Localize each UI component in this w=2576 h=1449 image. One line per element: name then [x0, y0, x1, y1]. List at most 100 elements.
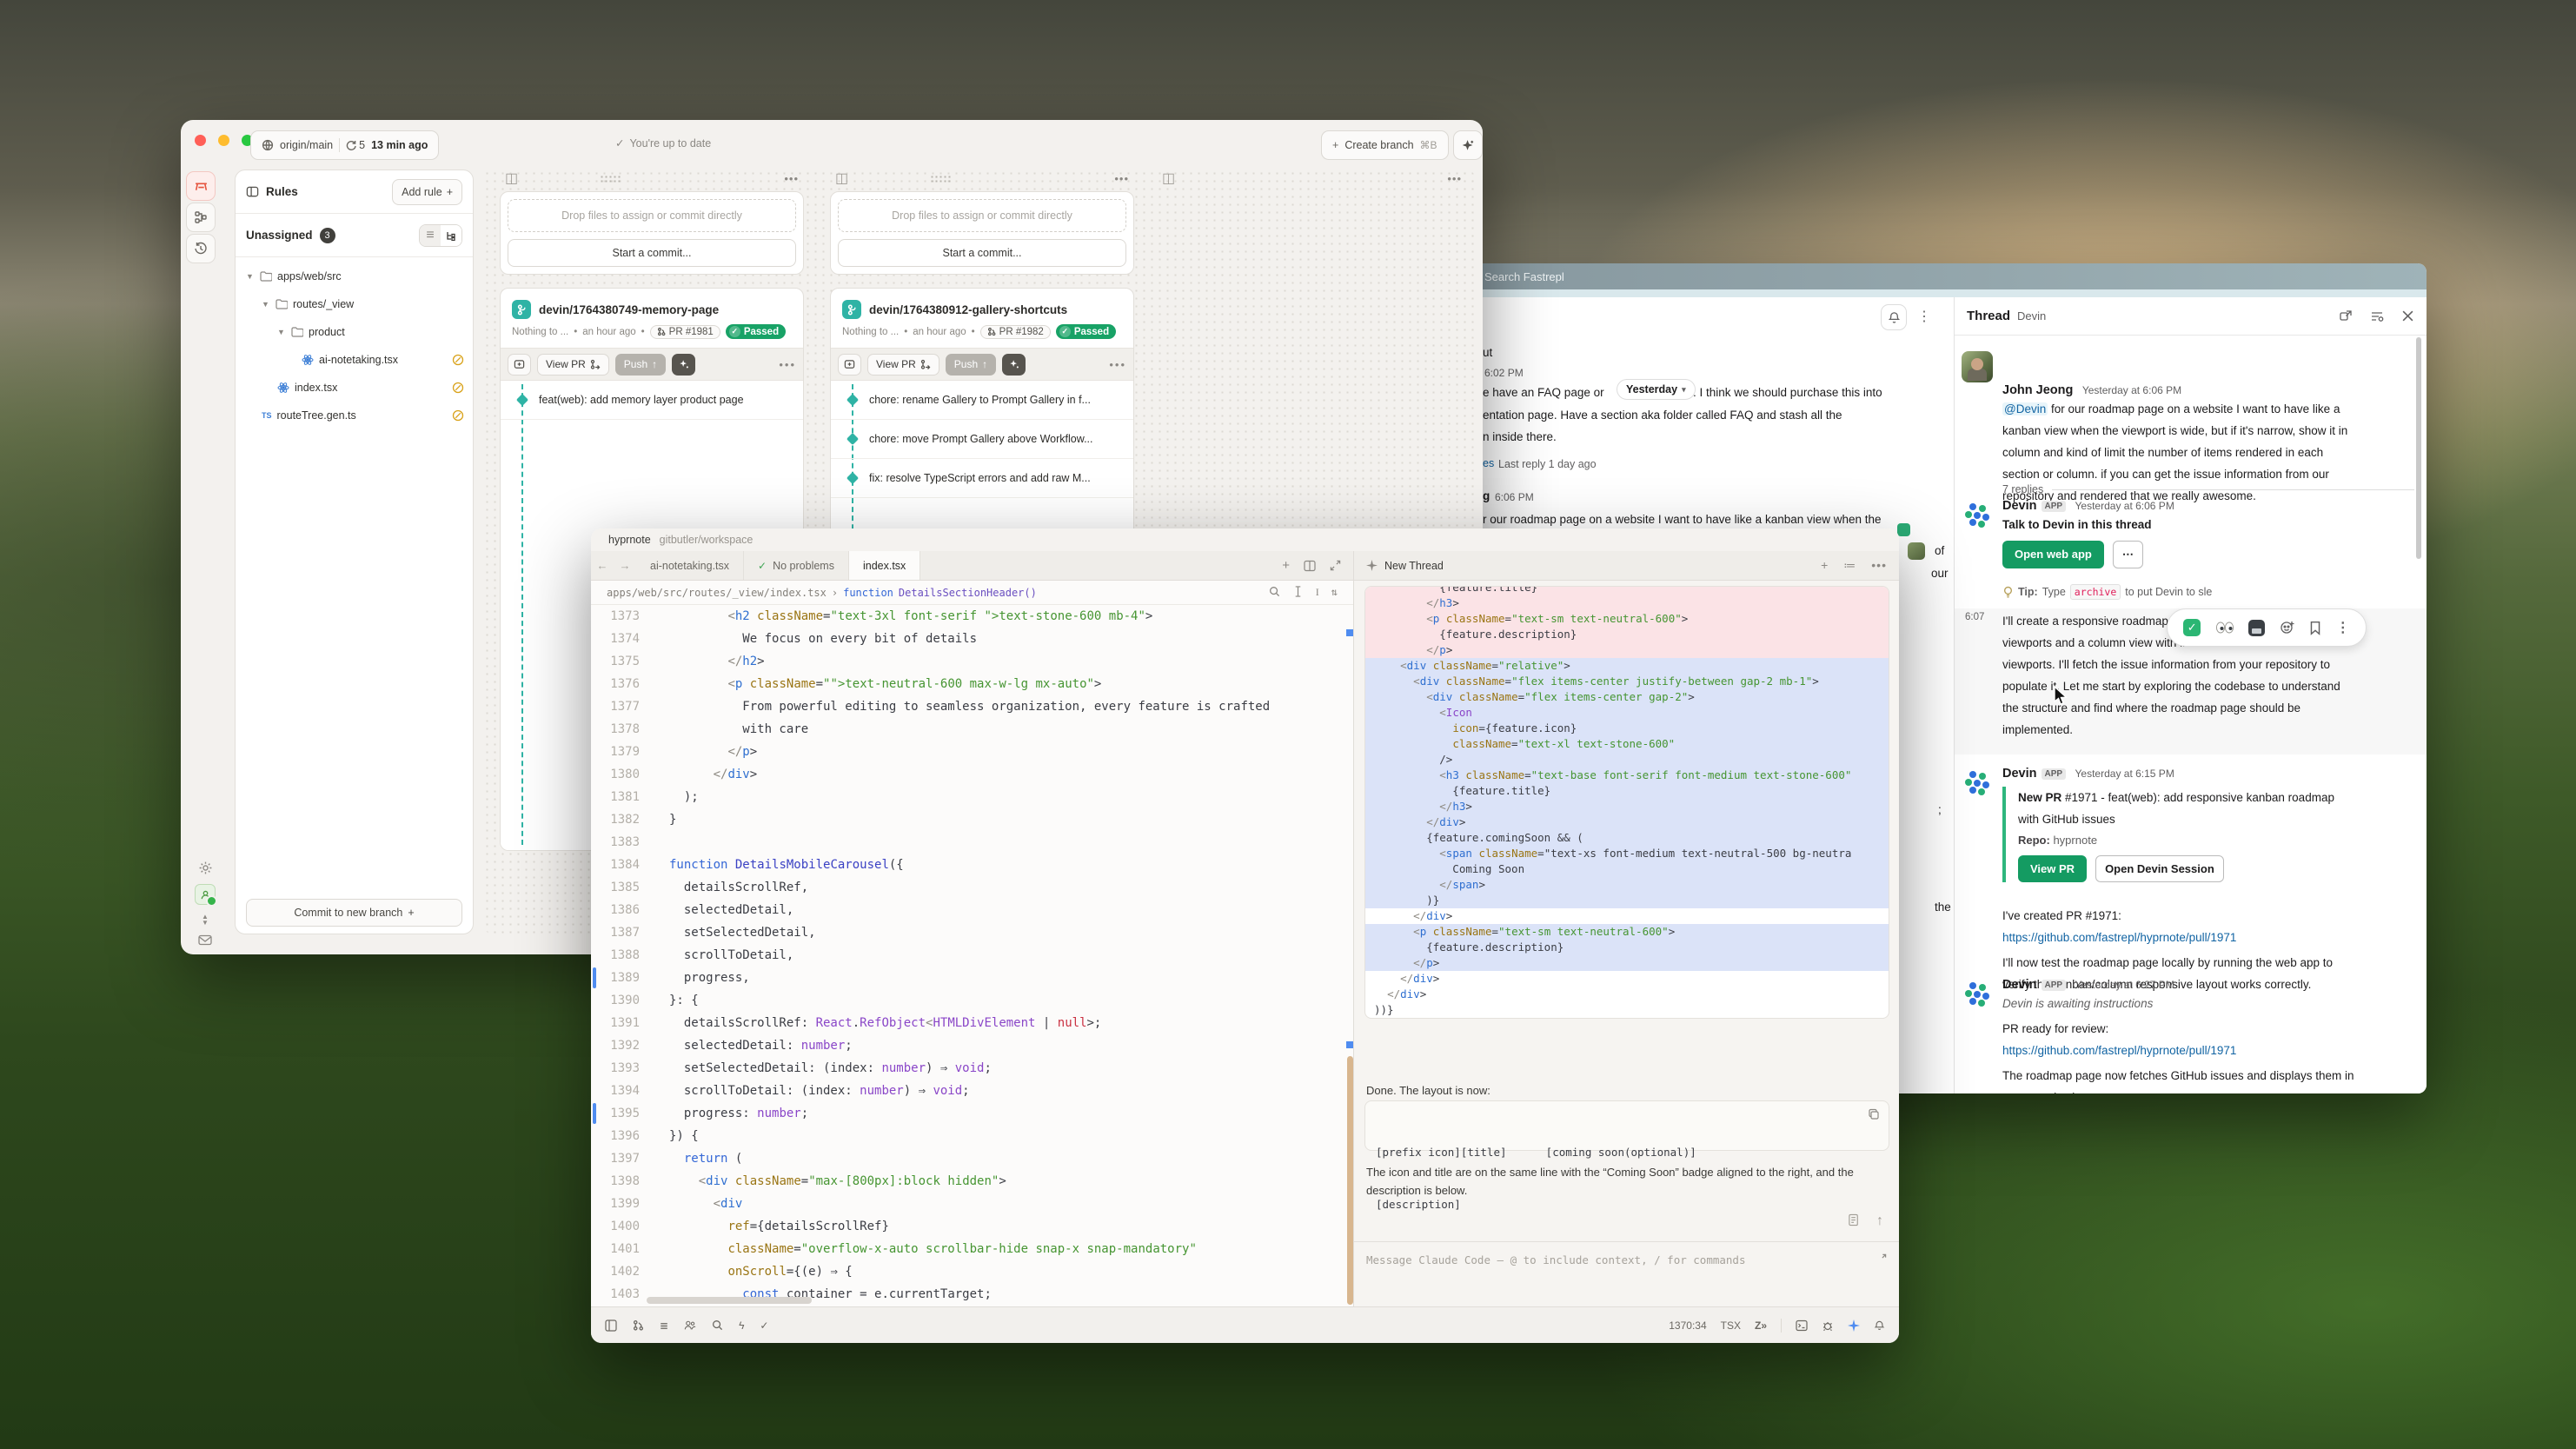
- panel-menu-icon[interactable]: •••: [1871, 558, 1887, 573]
- create-branch-button[interactable]: +Create branch⌘B: [1321, 130, 1449, 160]
- tab-index-tsx[interactable]: index.tsx: [849, 551, 920, 580]
- project-panel-icon[interactable]: [605, 1319, 617, 1332]
- push-button[interactable]: Push↑: [946, 354, 996, 376]
- editor-title-bar[interactable]: hyprnote gitbutler/workspace: [591, 528, 1899, 551]
- thread-settings-icon[interactable]: [2370, 309, 2384, 323]
- cursor-position[interactable]: 1370:34: [1669, 1319, 1706, 1332]
- markdown-copy-icon[interactable]: [1848, 1213, 1861, 1226]
- open-devin-session-button[interactable]: Open Devin Session: [2095, 855, 2224, 882]
- start-commit-button[interactable]: Start a commit...: [838, 239, 1126, 267]
- inlay-toggle-icon[interactable]: I: [1316, 586, 1319, 599]
- code-line[interactable]: 1398 <div className="max-[800px]:block h…: [591, 1170, 1353, 1193]
- base-branch-button[interactable]: origin/main 5 13 min ago: [250, 130, 439, 160]
- slack-search-bar[interactable]: Search Fastrepl: [1471, 263, 2427, 289]
- commit-row[interactable]: feat(web): add memory layer product page: [501, 381, 803, 420]
- avatar-devin[interactable]: [1962, 498, 1993, 529]
- code-line[interactable]: 1380 </div>: [591, 763, 1353, 786]
- list-view-button[interactable]: ≡: [420, 225, 441, 246]
- lane-menu-icon[interactable]: •••: [1447, 172, 1462, 185]
- search-panel-icon[interactable]: [712, 1319, 723, 1331]
- commit-to-new-branch-button[interactable]: Commit to new branch+: [246, 899, 462, 927]
- code-line[interactable]: 1396}) {: [591, 1125, 1353, 1147]
- branch-menu-icon[interactable]: •••: [779, 358, 796, 371]
- collab-panel-icon[interactable]: [684, 1319, 696, 1331]
- diff-card[interactable]: {feature.title} </h3> <p className="text…: [1364, 586, 1889, 1019]
- history-rail-button[interactable]: [186, 234, 216, 263]
- review-button[interactable]: [508, 354, 531, 376]
- code-line[interactable]: 1383: [591, 831, 1353, 854]
- code-line[interactable]: 1376 <p className="">text-neutral-600 ma…: [591, 673, 1353, 695]
- search-icon[interactable]: [1269, 586, 1280, 597]
- notifications-icon[interactable]: [1874, 1319, 1885, 1332]
- feedback-mail-icon[interactable]: [198, 934, 212, 946]
- branch-name[interactable]: devin/1764380912-gallery-shortcuts: [869, 303, 1067, 316]
- code-line[interactable]: 1384function DetailsMobileCarousel({: [591, 854, 1353, 876]
- review-button[interactable]: [838, 354, 861, 376]
- mention-devin[interactable]: @Devin: [2002, 402, 2048, 415]
- code-line[interactable]: 1375 </h2>: [591, 650, 1353, 673]
- avatar-devin[interactable]: [1962, 766, 1993, 797]
- ai-branch-button[interactable]: [672, 354, 695, 376]
- drop-files-zone[interactable]: Drop files to assign or commit directly: [838, 199, 1126, 232]
- avatar-devin[interactable]: [1962, 977, 1993, 1008]
- pr-link[interactable]: https://github.com/fastrepl/hyprnote/pul…: [2002, 927, 2413, 948]
- author-name[interactable]: Devin: [2002, 767, 2037, 781]
- technologist-reaction-icon[interactable]: [2248, 620, 2265, 636]
- notifications-bell-button[interactable]: [1881, 304, 1907, 330]
- selection-icon[interactable]: [1292, 586, 1304, 597]
- tab-ai-notetaking[interactable]: ai-notetaking.tsx: [636, 551, 744, 580]
- thread-replies-link[interactable]: es: [1483, 457, 1494, 469]
- open-web-app-button[interactable]: Open web app: [2002, 541, 2104, 568]
- more-actions-icon[interactable]: ⋮: [2336, 619, 2350, 636]
- code-line[interactable]: 1385 detailsScrollRef,: [591, 876, 1353, 899]
- thread-scrollbar[interactable]: [2416, 337, 2421, 559]
- split-pane-icon[interactable]: [1304, 560, 1316, 572]
- author-name[interactable]: John Jeong: [2002, 383, 2073, 397]
- expand-composer-icon[interactable]: [1876, 1253, 1887, 1265]
- pr-number-pill[interactable]: PR #1982: [980, 325, 1051, 339]
- lane-menu-icon[interactable]: •••: [1114, 172, 1129, 185]
- collapse-rail-chevrons[interactable]: ▲▼: [202, 914, 209, 926]
- drop-files-zone[interactable]: Drop files to assign or commit directly: [508, 199, 796, 232]
- tree-folder-routes-view[interactable]: ▼ routes/_view: [236, 290, 473, 318]
- code-line[interactable]: 1392 selectedDetail: number;: [591, 1034, 1353, 1057]
- code-line[interactable]: 1379 </p>: [591, 741, 1353, 763]
- ai-branch-button[interactable]: [1002, 354, 1026, 376]
- git-panel-icon[interactable]: [633, 1319, 644, 1331]
- new-tab-icon[interactable]: +: [1282, 558, 1290, 573]
- language-mode[interactable]: TSX: [1721, 1319, 1741, 1332]
- tree-folder-apps-web-src[interactable]: ▼ apps/web/src: [236, 263, 473, 290]
- tab-diagnostics[interactable]: ✓No problems: [744, 551, 849, 580]
- commit-row[interactable]: chore: move Prompt Gallery above Workflo…: [831, 420, 1133, 459]
- breadcrumb[interactable]: apps/web/src/routes/_view/index.tsx› fun…: [591, 581, 1353, 605]
- scroll-up-icon[interactable]: ↑: [1876, 1213, 1883, 1229]
- branch-name[interactable]: devin/1764380749-memory-page: [539, 303, 719, 316]
- editor-scrollbar-thumb[interactable]: [1347, 1056, 1353, 1305]
- code-line[interactable]: 1391 detailsScrollRef: React.RefObject<H…: [591, 1012, 1353, 1034]
- date-divider-pill[interactable]: Yesterday▾: [1617, 379, 1696, 400]
- code-line[interactable]: 1382}: [591, 808, 1353, 831]
- thread-history-icon[interactable]: ≔: [1843, 558, 1856, 573]
- new-thread-icon[interactable]: +: [1821, 558, 1828, 573]
- code-line[interactable]: 1399 <div: [591, 1193, 1353, 1215]
- performance-icon[interactable]: ϟ: [739, 1319, 744, 1332]
- close-icon[interactable]: [2401, 309, 2414, 322]
- code-line[interactable]: 1386 selectedDetail,: [591, 899, 1353, 921]
- code-line[interactable]: 1395 progress: number;: [591, 1102, 1353, 1125]
- code-line[interactable]: 1394 scrollToDetail: (index: number) ⇒ v…: [591, 1080, 1353, 1102]
- branch-menu-icon[interactable]: •••: [1109, 358, 1126, 371]
- commit-row[interactable]: fix: resolve TypeScript errors and add r…: [831, 459, 1133, 498]
- tree-folder-product[interactable]: ▼ product: [236, 318, 473, 346]
- add-rule-button[interactable]: Add rule+: [392, 179, 462, 205]
- user-avatar-online[interactable]: [195, 884, 216, 905]
- author-name[interactable]: Devin: [2002, 499, 2037, 513]
- zoom-pane-icon[interactable]: [1330, 560, 1341, 571]
- code-line[interactable]: 1393 setSelectedDetail: (index: number) …: [591, 1057, 1353, 1080]
- check-reaction-icon[interactable]: ✓: [2183, 619, 2201, 636]
- code-line[interactable]: 1377 From powerful editing to seamless o…: [591, 695, 1353, 718]
- code-line[interactable]: 1387 setSelectedDetail,: [591, 921, 1353, 944]
- view-pr-button[interactable]: View PR: [867, 354, 939, 376]
- code-line[interactable]: 1389 progress,: [591, 967, 1353, 989]
- composer-input[interactable]: Message Claude Code — @ to include conte…: [1366, 1253, 1746, 1266]
- bookmark-icon[interactable]: [2309, 621, 2321, 635]
